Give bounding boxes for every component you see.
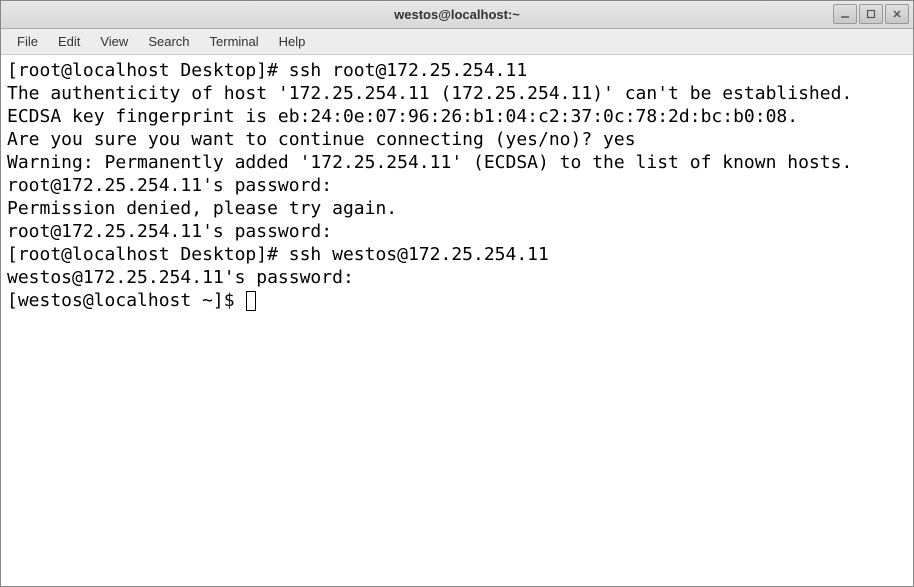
close-icon <box>892 9 902 19</box>
terminal-line: root@172.25.254.11's password: <box>7 220 907 243</box>
terminal-line: ECDSA key fingerprint is eb:24:0e:07:96:… <box>7 105 907 128</box>
maximize-icon <box>866 9 876 19</box>
terminal-line: [root@localhost Desktop]# ssh westos@172… <box>7 243 907 266</box>
terminal-line: Are you sure you want to continue connec… <box>7 128 907 151</box>
menu-help[interactable]: Help <box>269 31 316 52</box>
window-controls <box>833 4 909 24</box>
menu-view[interactable]: View <box>90 31 138 52</box>
menu-edit[interactable]: Edit <box>48 31 90 52</box>
menubar: File Edit View Search Terminal Help <box>1 29 913 55</box>
terminal-line: root@172.25.254.11's password: <box>7 174 907 197</box>
menu-search[interactable]: Search <box>138 31 199 52</box>
maximize-button[interactable] <box>859 4 883 24</box>
menu-file[interactable]: File <box>7 31 48 52</box>
terminal-line: Permission denied, please try again. <box>7 197 907 220</box>
terminal-line: [root@localhost Desktop]# ssh root@172.2… <box>7 59 907 82</box>
terminal-line: [westos@localhost ~]$ <box>7 289 907 312</box>
minimize-button[interactable] <box>833 4 857 24</box>
window-title: westos@localhost:~ <box>394 7 520 22</box>
terminal-line: Warning: Permanently added '172.25.254.1… <box>7 151 907 174</box>
titlebar[interactable]: westos@localhost:~ <box>1 1 913 29</box>
minimize-icon <box>840 9 850 19</box>
terminal-window: westos@localhost:~ File Edit View Search… <box>0 0 914 587</box>
menu-terminal[interactable]: Terminal <box>200 31 269 52</box>
terminal-line: The authenticity of host '172.25.254.11 … <box>7 82 907 105</box>
close-button[interactable] <box>885 4 909 24</box>
cursor-icon <box>246 291 256 311</box>
terminal-line: westos@172.25.254.11's password: <box>7 266 907 289</box>
terminal-output[interactable]: [root@localhost Desktop]# ssh root@172.2… <box>1 55 913 586</box>
